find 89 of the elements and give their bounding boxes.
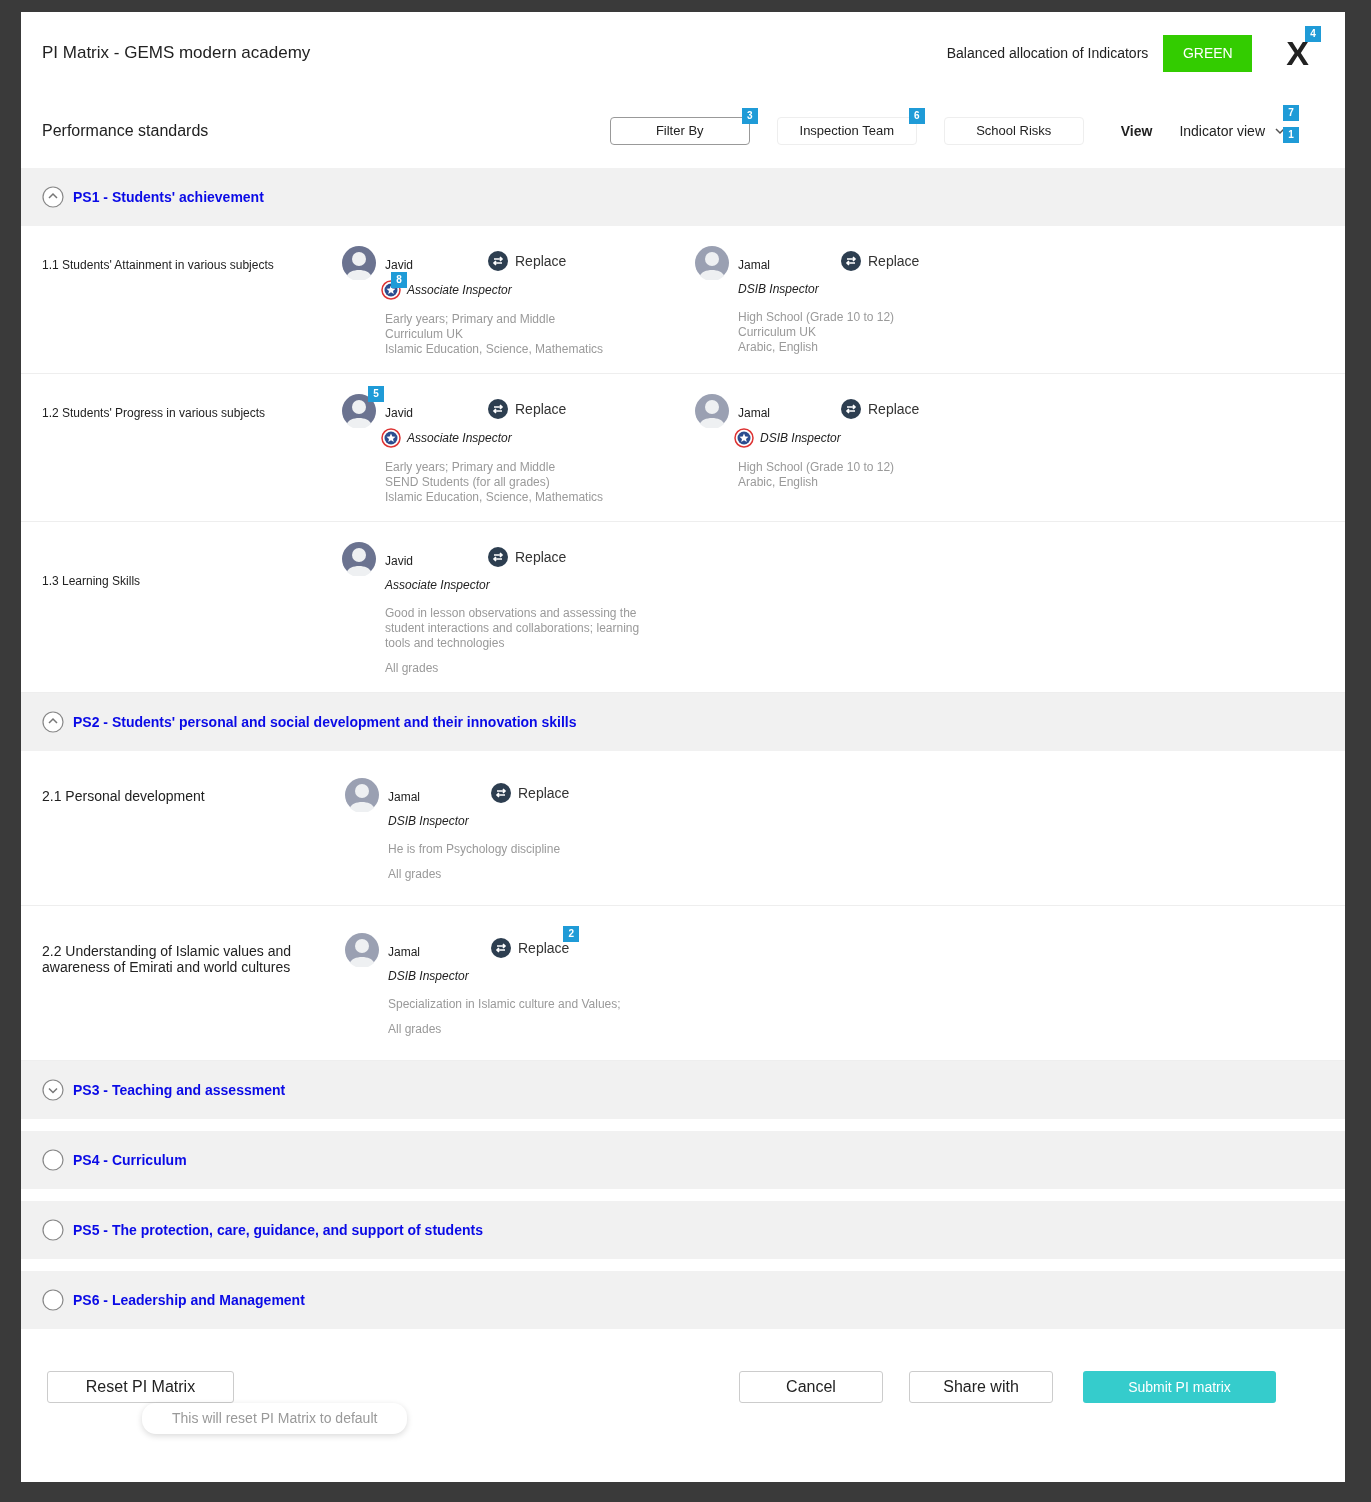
section-header[interactable]: PS2 - Students' personal and social development and their innovation skills: [21, 693, 1345, 751]
swap-icon: [491, 938, 511, 958]
section-header[interactable]: PS6 - Leadership and Management: [21, 1271, 1345, 1329]
star-badge-icon: [734, 428, 754, 448]
section-header[interactable]: PS1 - Students' achievement: [21, 168, 1345, 226]
expand-icon[interactable]: [42, 1079, 64, 1101]
page-title: PI Matrix - GEMS modern academy: [42, 42, 311, 65]
swap-icon: [488, 399, 508, 419]
replace-button[interactable]: Replace: [491, 782, 570, 804]
inspector-role: Associate Inspector: [407, 430, 512, 447]
inspector-name: Javid: [385, 257, 414, 274]
view-dropdown[interactable]: Indicator view: [1179, 120, 1285, 142]
inspector-detail: All grades: [385, 661, 440, 676]
indicator-label: 2.1 Personal development: [42, 787, 206, 806]
number-marker: 6: [908, 108, 925, 124]
section-title: PS4 - Curriculum: [73, 1150, 187, 1170]
inspector-name: Javid: [385, 405, 414, 422]
number-marker: 2: [563, 925, 580, 942]
section-title: PS1 - Students' achievement: [73, 187, 264, 207]
inspector-detail: High School (Grade 10 to 12): [738, 310, 896, 325]
inspector-detail: High School (Grade 10 to 12): [738, 460, 896, 475]
inspector-detail: Good in lesson observations and assessing the student interactions and collaborations; learning tools and technologies: [385, 606, 641, 651]
indicator-label: 2.2 Understanding of Islamic values and awareness of Emirati and world cultures: [42, 942, 293, 977]
inspector-detail: Arabic, English: [738, 340, 820, 355]
inspector-name: Jamal: [388, 789, 421, 806]
share-button[interactable]: Share with: [909, 1371, 1053, 1403]
collapse-icon[interactable]: [42, 186, 64, 208]
replace-button[interactable]: Replace: [841, 398, 920, 420]
swap-icon: [491, 783, 511, 803]
inspector-detail: SEND Students (for all grades): [385, 475, 551, 490]
swap-icon: [488, 251, 508, 271]
inspector-detail: All grades: [388, 867, 443, 882]
inspector-detail: All grades: [388, 1022, 443, 1037]
status-badge: GREEN: [1163, 34, 1253, 72]
swap-icon: [841, 251, 861, 271]
indicator-label: 1.2 Students' Progress in various subjects: [42, 405, 267, 422]
tooltip: This will reset PI Matrix to default: [142, 1403, 408, 1434]
inspector-detail: Curriculum UK: [385, 327, 464, 342]
inspector-role: DSIB Inspector: [738, 281, 819, 298]
cancel-button[interactable]: Cancel: [739, 1371, 883, 1403]
replace-button[interactable]: Replace: [841, 250, 920, 272]
inspector-detail: Islamic Education, Science, Mathematics: [385, 342, 604, 357]
inspector-name: Jamal: [738, 257, 771, 274]
number-marker: 7: [1283, 104, 1299, 121]
replace-button[interactable]: Replace: [488, 250, 567, 272]
inspector-detail: Early years; Primary and Middle: [385, 460, 557, 475]
inspector-name: Jamal: [738, 405, 771, 422]
section-header[interactable]: PS3 - Teaching and assessment: [21, 1061, 1345, 1119]
inspector-role: DSIB Inspector: [388, 968, 469, 985]
number-marker: 1: [1283, 126, 1299, 143]
number-marker: 5: [368, 386, 384, 402]
inspector-detail: Specialization in Islamic culture and Values;: [388, 997, 621, 1012]
inspector-role: DSIB Inspector: [388, 813, 469, 830]
circle-icon[interactable]: [42, 1289, 64, 1311]
circle-icon[interactable]: [42, 1219, 64, 1241]
allocation-label: Balanced allocation of Indicators: [946, 43, 1149, 63]
inspector-detail: Islamic Education, Science, Mathematics: [385, 490, 604, 505]
indicator-label: 1.1 Students' Attainment in various subjects: [42, 257, 275, 274]
chevron-down-icon: [1275, 127, 1285, 135]
number-marker: 8: [391, 272, 407, 288]
section-title: PS2 - Students' personal and social development and their innovation skills: [73, 712, 577, 732]
section-header[interactable]: PS4 - Curriculum: [21, 1131, 1345, 1189]
inspector-detail: He is from Psychology discipline: [388, 842, 562, 857]
inspector-detail: Curriculum UK: [738, 325, 817, 340]
indicator-label: 1.3 Learning Skills: [42, 573, 142, 590]
circle-icon[interactable]: [42, 1149, 64, 1171]
number-marker: 4: [1305, 26, 1321, 42]
section-title: PS6 - Leadership and Management: [73, 1290, 305, 1310]
reset-button[interactable]: Reset PI Matrix: [47, 1371, 234, 1403]
section-header[interactable]: PS5 - The protection, care, guidance, and support of students: [21, 1201, 1345, 1259]
collapse-icon[interactable]: [42, 711, 64, 733]
inspector-detail: Arabic, English: [738, 475, 820, 490]
replace-button[interactable]: Replace: [488, 398, 567, 420]
inspector-detail: Early years; Primary and Middle: [385, 312, 557, 327]
section-title: PS5 - The protection, care, guidance, and support of students: [73, 1220, 483, 1240]
filter-button[interactable]: School Risks: [943, 117, 1084, 145]
inspector-role: Associate Inspector: [407, 282, 512, 299]
swap-icon: [488, 547, 508, 567]
inspector-role: DSIB Inspector: [760, 430, 841, 447]
section-title: PS3 - Teaching and assessment: [73, 1080, 286, 1100]
inspector-name: Jamal: [388, 944, 421, 961]
inspector-role: Associate Inspector: [385, 577, 490, 594]
view-label: View: [1120, 121, 1153, 141]
swap-icon: [841, 399, 861, 419]
number-marker: 3: [741, 108, 758, 124]
inspector-name: Javid: [385, 553, 414, 570]
star-badge-icon: [381, 428, 401, 448]
replace-button[interactable]: Replace: [488, 546, 567, 568]
section-heading: Performance standards: [42, 121, 209, 141]
